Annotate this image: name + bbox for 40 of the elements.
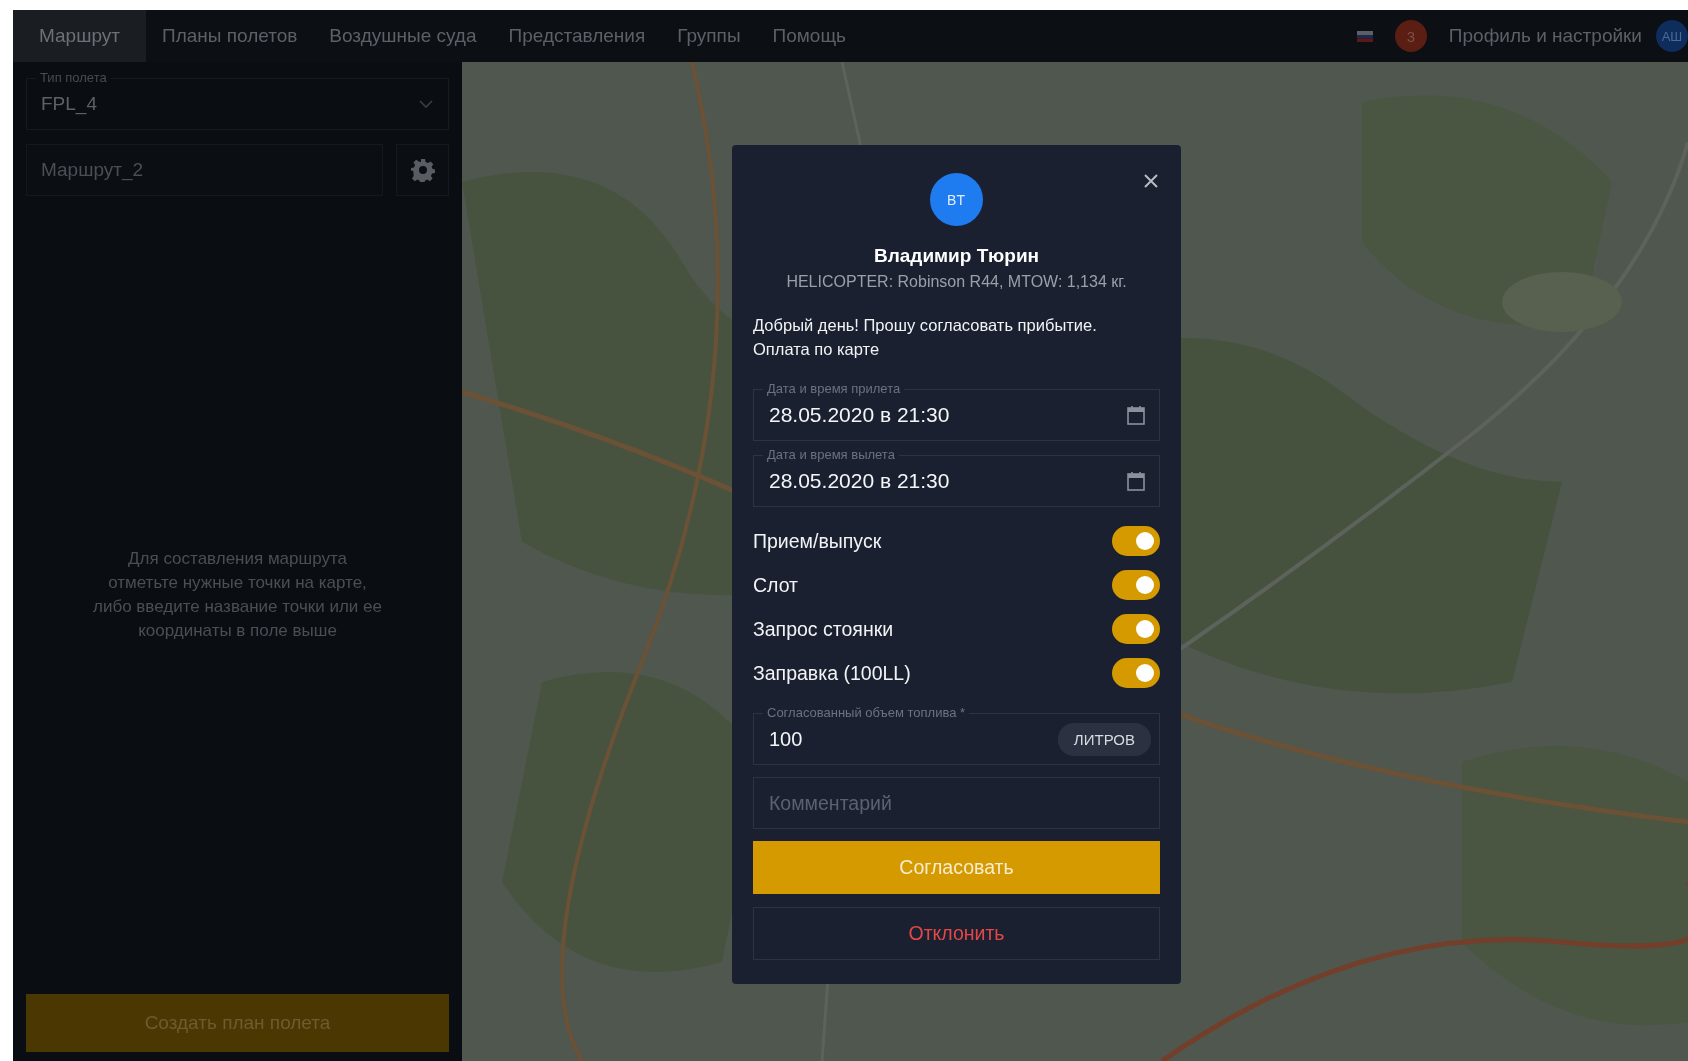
date-value: 28.05.2020 в 21:30 [769, 403, 950, 427]
toggle-switch[interactable] [1112, 570, 1160, 600]
unit-chip: ЛИТРОВ [1057, 722, 1151, 756]
chevron-down-icon [418, 99, 434, 109]
settings-icon [410, 158, 435, 182]
settings-button[interactable] [396, 144, 449, 196]
select-value: FPL_4 [41, 93, 97, 115]
service-label: Заправка (100LL) [753, 661, 911, 685]
field-label: Тип полета [36, 70, 111, 85]
nav-tab[interactable]: Воздушные суда [313, 10, 493, 62]
nav-tab[interactable]: Помощь [756, 10, 862, 62]
toggle-switch[interactable] [1112, 658, 1160, 688]
date-value: 28.05.2020 в 21:30 [769, 469, 950, 493]
nav-tab[interactable]: Маршрут [13, 10, 146, 62]
toggle-switch[interactable] [1112, 526, 1160, 556]
field-label: Согласованный объем топлива * [763, 705, 970, 720]
nav-tab[interactable]: Группы [661, 10, 757, 62]
calendar-icon[interactable] [1127, 405, 1145, 425]
fuel-value: 100 [769, 727, 803, 751]
nav-tab[interactable]: Планы полетов [146, 10, 314, 62]
flag-icon[interactable] [1356, 30, 1373, 42]
user-avatar[interactable]: АШ [1656, 20, 1688, 52]
route-hint: Для составления маршрута отметьте нужные точки на карте, либо введите название точки или ее координаты в поле выше [92, 548, 383, 642]
field-label: Дата и время прилета [763, 381, 905, 396]
approve-button[interactable]: Согласовать [753, 841, 1160, 894]
pilot-avatar: ВТ [930, 173, 983, 226]
aircraft-info: HELICOPTER: Robinson R44, MTOW: 1,134 кг. [785, 273, 1128, 291]
profile-link[interactable]: Профиль и настройки [1448, 25, 1642, 47]
service-label: Слот [753, 573, 799, 597]
service-label: Прием/выпуск [753, 529, 882, 553]
field-label: Дата и время вылета [763, 447, 899, 462]
request-message: Добрый день! Прошу согласовать прибытие. Оплата по карте [753, 315, 1098, 360]
comment-field[interactable]: Комментарий [753, 777, 1160, 829]
reject-button[interactable]: Отклонить [753, 907, 1160, 960]
service-label: Запрос стоянки [753, 617, 894, 641]
route-input[interactable]: Маршрут_2 [26, 144, 383, 196]
pilot-name: Владимир Тюрин [872, 245, 1041, 267]
nav-tab[interactable]: Представления [492, 10, 662, 62]
toggle-switch[interactable] [1112, 614, 1160, 644]
calendar-icon[interactable] [1127, 471, 1145, 491]
